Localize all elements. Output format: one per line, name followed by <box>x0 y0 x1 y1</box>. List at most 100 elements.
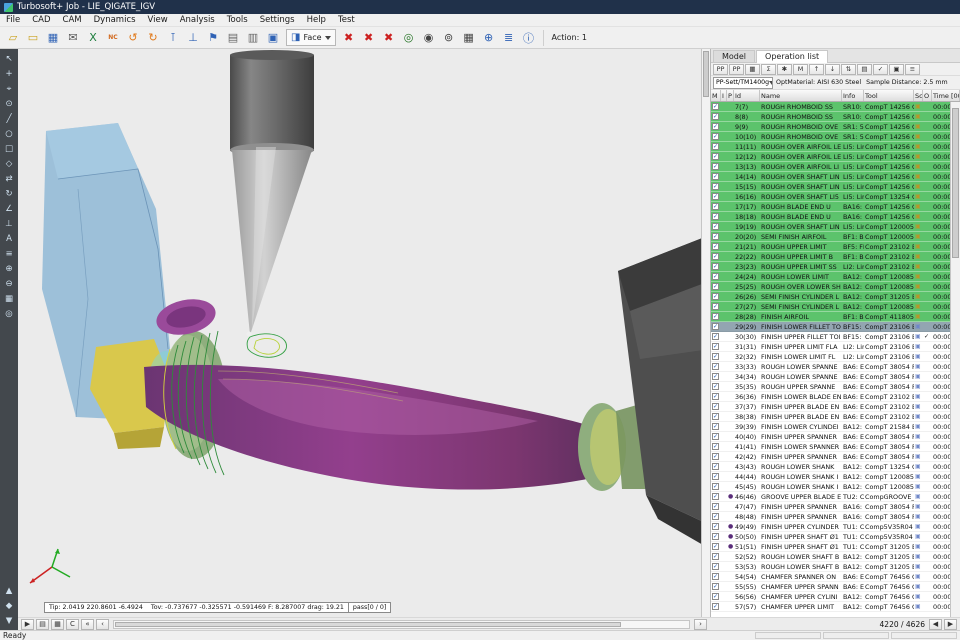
operation-row[interactable]: ✓40(40)FINISH UPPER SPANNERBA6: ECompT 3… <box>711 432 951 442</box>
row-checkbox[interactable]: ✓ <box>712 243 719 250</box>
row-checkbox[interactable]: ✓ <box>712 223 719 230</box>
operation-row[interactable]: ✓●49(49)FINISH UPPER CYLINDERTU1: CComp5… <box>711 522 951 532</box>
operation-row[interactable]: ✓●46(46)GROOVE UPPER BLADE ETU2: CCompGR… <box>711 492 951 502</box>
operation-row[interactable]: ✓54(54)CHAMFER SPANNER ONBA6: ECompT 764… <box>711 572 951 582</box>
menu-dynamics[interactable]: Dynamics <box>88 14 142 26</box>
operation-row[interactable]: ✓48(48)FINISH UPPER SPANNERBA16:CompT 38… <box>711 512 951 522</box>
operation-row[interactable]: ✓37(37)FINISH UPPER BLADE ENBA6: ECompT … <box>711 402 951 412</box>
operation-row[interactable]: ✓17(17)ROUGH BLADE END UBA16:CompT 14256… <box>711 202 951 212</box>
new-doc-icon[interactable]: ▱ <box>3 29 23 47</box>
row-checkbox[interactable]: ✓ <box>712 153 719 160</box>
row-checkbox[interactable]: ✓ <box>712 103 719 110</box>
gem-icon[interactable]: ◆ <box>2 599 16 612</box>
delete-selection-icon[interactable]: ✖ <box>379 29 399 47</box>
row-checkbox[interactable]: ✓ <box>712 483 719 490</box>
operation-row[interactable]: ✓55(55)CHAMFER UPPER SPANNBA6: ECompT 76… <box>711 582 951 592</box>
column-header-id[interactable]: Id <box>734 90 760 101</box>
operation-row[interactable]: ✓14(14)ROUGH OVER SHAFT LINLI5: LinCompT… <box>711 172 951 182</box>
column-header-o[interactable]: O <box>923 90 932 101</box>
column-header-tool[interactable]: Tool <box>864 90 914 101</box>
operation-row[interactable]: ✓26(26)SEMI FINISH CYLINDER LBA12:CompT … <box>711 292 951 302</box>
up-icon[interactable]: ▲ <box>2 584 16 597</box>
operation-row[interactable]: ✓13(13)ROUGH OVER AIRFOIL LILI5: LinComp… <box>711 162 951 172</box>
row-checkbox[interactable]: ✓ <box>712 523 719 530</box>
operation-row[interactable]: ✓57(57)CHAMFER UPPER LIMITBA12:CompT 764… <box>711 602 951 612</box>
operation-row[interactable]: ✓11(11)ROUGH OVER AIRFOIL LELI5: LinComp… <box>711 142 951 152</box>
layers-icon[interactable]: ≣ <box>499 29 519 47</box>
row-checkbox[interactable]: ✓ <box>712 313 719 320</box>
row-checkbox[interactable]: ✓ <box>712 163 719 170</box>
row-checkbox[interactable]: ✓ <box>712 563 719 570</box>
pp-button[interactable]: PP <box>713 64 728 75</box>
mill-icon[interactable]: ⊚ <box>439 29 459 47</box>
operation-row[interactable]: ✓32(32)FINISH LOWER LIMIT FLLI2: LirComp… <box>711 352 951 362</box>
column-header-info[interactable]: Info <box>842 90 864 101</box>
row-checkbox[interactable]: ✓ <box>712 583 719 590</box>
rotate-icon[interactable]: ↻ <box>2 187 16 200</box>
operation-row[interactable]: ✓●51(51)FINISH UPPER SHAFT Ø1TU1: CCompT… <box>711 542 951 552</box>
operation-row[interactable]: ✓15(15)ROUGH OVER SHAFT LINLI5: LinCompT… <box>711 182 951 192</box>
row-checkbox[interactable]: ✓ <box>712 433 719 440</box>
operation-row[interactable]: ✓47(47)FINISH UPPER SPANNERBA16:CompT 38… <box>711 502 951 512</box>
row-checkbox[interactable]: ✓ <box>712 113 719 120</box>
viewport-vertical-scrollbar[interactable] <box>701 49 710 617</box>
spiral-icon[interactable]: ◉ <box>419 29 439 47</box>
zoom-in-icon[interactable]: ⊕ <box>2 262 16 275</box>
machine-icon[interactable]: M <box>793 64 808 75</box>
pp-settings-combo[interactable]: PP-Sett/TM1400g <box>713 77 773 89</box>
column-header-sc[interactable]: Sc <box>914 90 923 101</box>
info-icon[interactable]: ⓘ <box>519 29 539 47</box>
operation-row[interactable]: ✓28(28)FINISH AIRFOILBF1: BCompT 4118059… <box>711 312 951 322</box>
column-header-m[interactable]: M <box>711 90 721 101</box>
operation-row[interactable]: ✓19(19)ROUGH OVER SHAFT LINLI5: LinCompT… <box>711 222 951 232</box>
operation-row[interactable]: ✓43(43)ROUGH LOWER SHANKBA12:CompT 13254… <box>711 462 951 472</box>
mail-icon[interactable]: ✉ <box>63 29 83 47</box>
row-checkbox[interactable]: ✓ <box>712 143 719 150</box>
menu-tools[interactable]: Tools <box>221 14 254 26</box>
undo-icon[interactable]: ↺ <box>123 29 143 47</box>
row-checkbox[interactable]: ✓ <box>712 183 719 190</box>
flag-icon[interactable]: ⚑ <box>203 29 223 47</box>
column-header-p[interactable]: P <box>727 90 734 101</box>
operation-row[interactable]: ✓22(22)ROUGH UPPER LIMIT BBF1: BCompT 23… <box>711 252 951 262</box>
box-icon[interactable]: ▣ <box>889 64 904 75</box>
row-checkbox[interactable]: ✓ <box>712 413 719 420</box>
row-checkbox[interactable]: ✓ <box>712 193 719 200</box>
operation-row[interactable]: ✓8(8)ROUGH RHOMBOID SSSR10:CompT 14256 C… <box>711 112 951 122</box>
row-checkbox[interactable]: ✓ <box>712 233 719 240</box>
pp-alt-button[interactable]: PP <box>729 64 744 75</box>
operation-row[interactable]: ✓●50(50)FINISH UPPER SHAFT Ø1TU1: CComp5… <box>711 532 951 542</box>
row-checkbox[interactable]: ✓ <box>712 533 719 540</box>
menu-view[interactable]: View <box>142 14 174 26</box>
operation-row[interactable]: ✓16(16)ROUGH OVER SHAFT LI5LI5: LinCompT… <box>711 192 951 202</box>
zoom-out-icon[interactable]: ⊖ <box>2 277 16 290</box>
operation-row[interactable]: ✓31(31)FINISH UPPER LIMIT FLALI2: LirCom… <box>711 342 951 352</box>
perpendicular-icon[interactable]: ⊥ <box>2 217 16 230</box>
operation-row[interactable]: ✓53(53)ROUGH LOWER SHAFT BBA12:CompT 312… <box>711 562 951 572</box>
rect-icon[interactable]: □ <box>2 142 16 155</box>
grid-icon[interactable]: ▦ <box>459 29 479 47</box>
row-checkbox[interactable]: ✓ <box>712 503 719 510</box>
operation-row[interactable]: ✓12(12)ROUGH OVER AIRFOIL LELI5: LinComp… <box>711 152 951 162</box>
row-checkbox[interactable]: ✓ <box>712 493 719 500</box>
swap-icon[interactable]: ⇅ <box>841 64 856 75</box>
operation-row[interactable]: ✓27(27)SEMI FINISH CYLINDER LBA12:CompT … <box>711 302 951 312</box>
row-checkbox[interactable]: ✓ <box>712 343 719 350</box>
row-checkbox[interactable]: ✓ <box>712 283 719 290</box>
menu-test[interactable]: Test <box>332 14 361 26</box>
operation-row[interactable]: ✓41(41)FINISH LOWER SPANNERBA6: ECompT 3… <box>711 442 951 452</box>
target-icon[interactable]: ⌖ <box>2 82 16 95</box>
delete-all-icon[interactable]: ✖ <box>359 29 379 47</box>
row-checkbox[interactable]: ✓ <box>712 453 719 460</box>
operation-row[interactable]: ✓23(23)ROUGH UPPER LIMIT SSLI2: LirCompT… <box>711 262 951 272</box>
add-point-icon[interactable]: + <box>2 67 16 80</box>
row-checkbox[interactable]: ✓ <box>712 393 719 400</box>
row-checkbox[interactable]: ✓ <box>712 513 719 520</box>
row-checkbox[interactable]: ✓ <box>712 383 719 390</box>
row-checkbox[interactable]: ✓ <box>712 373 719 380</box>
row-checkbox[interactable]: ✓ <box>712 133 719 140</box>
sum-icon[interactable]: Σ <box>761 64 776 75</box>
column-header-name[interactable]: Name <box>760 90 842 101</box>
row-checkbox[interactable]: ✓ <box>712 543 719 550</box>
save-icon[interactable]: ▦ <box>43 29 63 47</box>
